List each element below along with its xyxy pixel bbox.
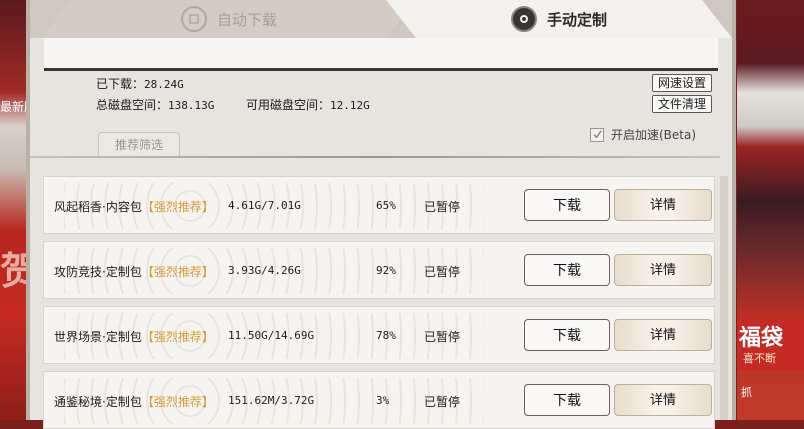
package-percent: 92% (376, 264, 396, 277)
list-scrollbar[interactable] (720, 176, 728, 420)
download-badge-icon (181, 6, 207, 32)
total-disk-label: 总磁盘空间： (96, 98, 169, 112)
package-name: 攻防竞技·定制包【强烈推荐】 (54, 263, 214, 280)
game-backdrop-right: 福袋 喜不断 抓 (737, 0, 804, 420)
details-button[interactable]: 详情 (614, 189, 712, 221)
acceleration-toggle[interactable]: 开启加速(Beta) (590, 126, 696, 143)
package-size: 11.50G/14.69G (228, 329, 315, 342)
download-button[interactable]: 下载 (524, 189, 610, 221)
header-strip (44, 38, 718, 71)
free-disk-label: 可用磁盘空间： (246, 98, 331, 112)
package-percent: 78% (376, 329, 396, 342)
list-item: 攻防竞技·定制包【强烈推荐】 3.93G/4.26G 92% 已暂停 下载 详情 (43, 241, 715, 299)
package-title: 风起稻香·内容包 (54, 200, 142, 214)
package-percent: 65% (376, 199, 396, 212)
package-status: 已暂停 (424, 200, 461, 214)
recommend-tag: 【强烈推荐】 (141, 265, 214, 279)
package-name: 通鉴秘境·定制包【强烈推荐】 (54, 393, 214, 410)
tab-manual-custom-label: 手动定制 (546, 10, 607, 29)
free-disk-value: 12.12G (330, 99, 370, 112)
list-item: 世界场景·定制包【强烈推荐】 11.50G/14.69G 78% 已暂停 下载 … (43, 306, 715, 364)
tab-manual-custom[interactable]: 手动定制 (386, 0, 732, 38)
details-button[interactable]: 详情 (614, 384, 712, 416)
package-status: 已暂停 (424, 395, 461, 409)
acceleration-label: 开启加速(Beta) (611, 128, 697, 142)
backdrop-right-text: 抓 (741, 386, 752, 399)
package-title: 通鉴秘境·定制包 (54, 395, 142, 409)
list-item: 风起稻香·内容包【强烈推荐】 4.61G/7.01G 65% 已暂停 下载 详情 (43, 176, 715, 234)
package-status: 已暂停 (424, 265, 461, 279)
details-button[interactable]: 详情 (614, 319, 712, 351)
downloaded-value: 28.24G (144, 78, 184, 91)
file-cleanup-button[interactable]: 文件清理 (652, 95, 713, 113)
package-title: 攻防竞技·定制包 (54, 265, 142, 279)
promo-banner: 福袋 喜不断 (737, 318, 804, 370)
package-name: 世界场景·定制包【强烈推荐】 (54, 328, 214, 345)
package-name: 风起稻香·内容包【强烈推荐】 (54, 198, 214, 215)
recommend-tag: 【强烈推荐】 (141, 200, 214, 214)
download-button[interactable]: 下载 (524, 254, 610, 286)
divider (30, 156, 720, 158)
custom-badge-icon (511, 6, 537, 32)
free-disk-info: 可用磁盘空间：12.12G (246, 96, 370, 113)
recommend-tag: 【强烈推荐】 (141, 330, 214, 344)
total-disk-value: 138.13G (168, 99, 215, 112)
package-title: 世界场景·定制包 (54, 330, 142, 344)
network-settings-button[interactable]: 网速设置 (652, 74, 713, 92)
promo-banner-title: 福袋 (739, 326, 784, 351)
package-size: 4.61G/7.01G (228, 199, 301, 212)
tab-auto-download[interactable]: 自动下载 (42, 0, 416, 38)
tab-auto-download-label: 自动下载 (216, 10, 277, 29)
package-size: 151.62M/3.72G (228, 394, 315, 407)
tab-bar: 自动下载 手动定制 (30, 0, 732, 38)
details-button[interactable]: 详情 (614, 254, 712, 286)
list-item: 通鉴秘境·定制包【强烈推荐】 151.62M/3.72G 3% 已暂停 下载 详… (43, 371, 715, 429)
package-size: 3.93G/4.26G (228, 264, 301, 277)
package-percent: 3% (376, 394, 390, 407)
package-status: 已暂停 (424, 330, 461, 344)
download-button[interactable]: 下载 (524, 319, 610, 351)
download-button[interactable]: 下载 (524, 384, 610, 416)
acceleration-checkbox[interactable] (590, 127, 604, 142)
download-manager-panel: 自动下载 手动定制 已下载：28.24G 总磁盘空间：138.13G 可用磁盘空… (26, 0, 736, 429)
promo-banner-subtitle: 喜不断 (743, 352, 776, 365)
downloaded-info: 已下载：28.24G (96, 75, 184, 92)
total-disk-info: 总磁盘空间：138.13G (96, 96, 214, 113)
recommend-tag: 【强烈推荐】 (141, 395, 214, 409)
recommend-filter-tab[interactable]: 推荐筛选 (98, 132, 180, 157)
downloaded-label: 已下载： (96, 77, 145, 91)
checkmark-icon (592, 130, 602, 139)
